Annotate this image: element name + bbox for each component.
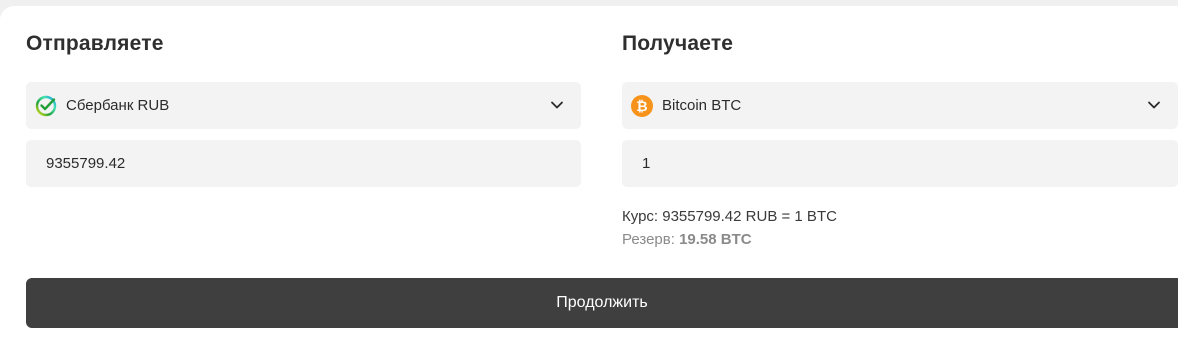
receive-title: Получаете [622,32,734,55]
receive-amount-input[interactable] [622,140,1178,187]
chevron-down-icon [1146,97,1162,113]
continue-button[interactable]: Продолжить [26,278,1178,328]
bitcoin-icon: ₿ [630,94,654,118]
receive-currency-label: Bitcoin BTC [662,97,742,114]
send-amount-input[interactable] [26,140,581,187]
svg-text:₿: ₿ [636,99,647,115]
sberbank-icon [34,94,58,118]
reserve-value: 19.58 BTC [679,231,752,248]
reserve-info: Резерв: 19.58 BTC [622,231,752,248]
exchange-card: Отправляете Сбербанк RUB 9355799.42 Полу… [0,6,1178,346]
send-currency-label: Сбербанк RUB [66,97,170,114]
send-title: Отправляете [26,32,164,55]
exchange-rate: Курс: 9355799.42 RUB = 1 BTC [622,208,837,225]
chevron-down-icon [549,97,565,113]
receive-currency-select[interactable]: ₿ Bitcoin BTC [622,82,1178,129]
reserve-label: Резерв: [622,231,675,248]
send-currency-select[interactable]: Сбербанк RUB [26,82,581,129]
